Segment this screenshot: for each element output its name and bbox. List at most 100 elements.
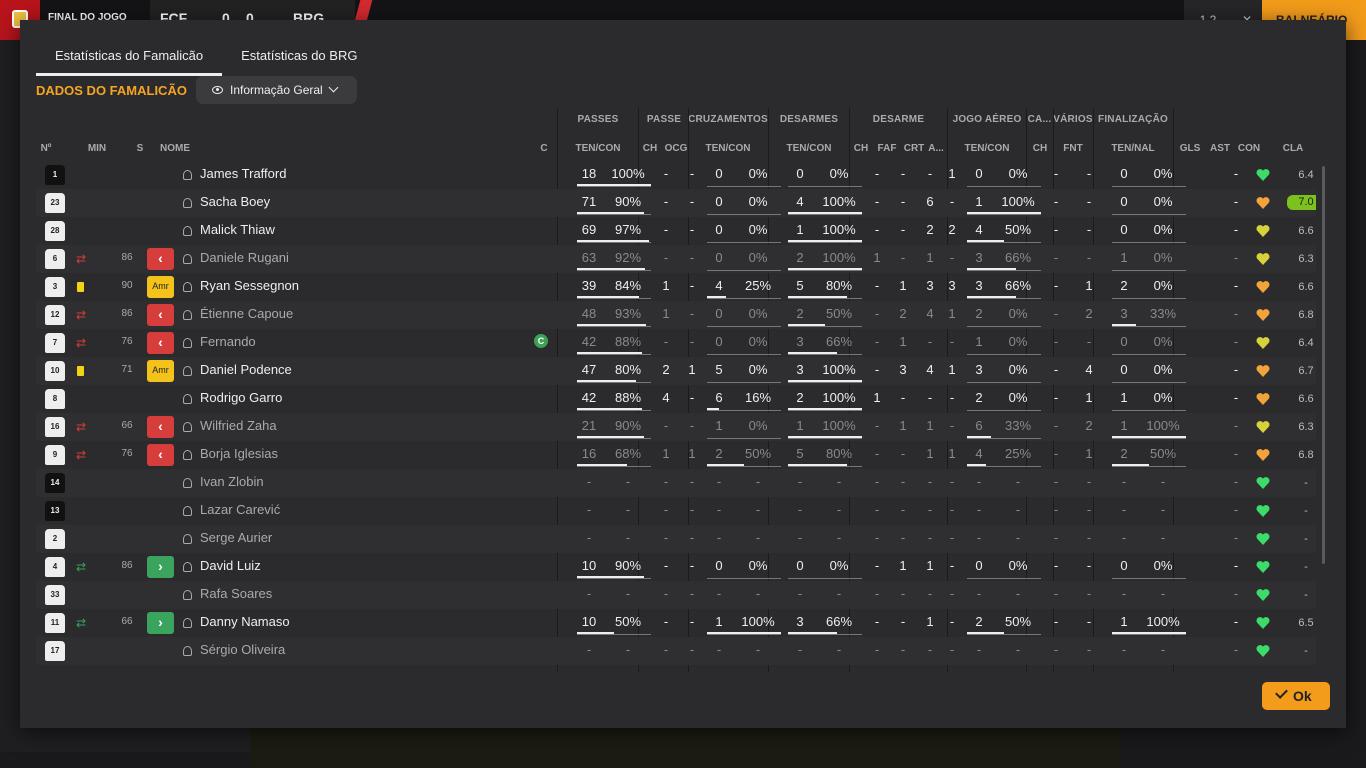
player-name[interactable]: Malick Thiaw	[200, 217, 520, 245]
player-profile-icon[interactable]	[183, 170, 192, 180]
player-name[interactable]: James Trafford	[200, 161, 520, 189]
desarme-faf: -	[900, 222, 906, 237]
player-profile-icon[interactable]	[183, 310, 192, 320]
player-profile-icon[interactable]	[183, 198, 192, 208]
player-name[interactable]: Borja Iglesias	[200, 441, 520, 469]
view-dropdown[interactable]: Informação Geral	[196, 76, 357, 104]
table-row[interactable]: 4 ⇄ 86 › David Luiz 10 90% - -0 0% 0 0% -1 1-0 0% - -0 0%…	[36, 553, 1316, 581]
col-header-con[interactable]: CON	[1235, 143, 1263, 154]
table-row[interactable]: 6 ⇄ 86 ‹ Daniele Rugani 63 92% - -0 0% 2 100% 1-1-3 6…	[36, 245, 1316, 273]
goals	[1194, 301, 1218, 329]
cruzamentos-pct: -	[755, 642, 761, 657]
player-profile-icon[interactable]	[183, 450, 192, 460]
substitute-out-button[interactable]: ‹	[147, 332, 174, 354]
table-row[interactable]: 17 Sérgio Oliveira - - - - - - - - - - - - - - - - - - - -	[36, 637, 1316, 665]
table-row[interactable]: 28 Malick Thiaw 69 97% - -0 0% 1 100% - -2 2 4 50% - -0…	[36, 217, 1316, 245]
player-name[interactable]: Daniele Rugani	[200, 245, 520, 273]
col-header-passe-ch[interactable]: CH	[639, 143, 661, 154]
player-profile-icon[interactable]	[183, 646, 192, 656]
finalizacao-bar-base	[1112, 466, 1186, 467]
passes-bar-base	[577, 410, 651, 411]
player-name[interactable]: Étienne Capoue	[200, 301, 520, 329]
player-name[interactable]: Serge Aurier	[200, 525, 520, 553]
table-row[interactable]: 16 ⇄ 66 ‹ Wilfried Zaha 21 90% - -1 0% 1 100% -1 1-6 3…	[36, 413, 1316, 441]
col-header-desarmes[interactable]: TEN/CON	[769, 143, 849, 154]
player-profile-icon[interactable]	[183, 226, 192, 236]
player-name[interactable]: Rafa Soares	[200, 581, 520, 609]
tab-brg-stats[interactable]: Estatísticas do BRG	[222, 44, 376, 76]
col-header-gls[interactable]: GLS	[1178, 143, 1202, 154]
player-name[interactable]: Sérgio Oliveira	[200, 637, 520, 665]
substitute-in-button[interactable]: ›	[147, 556, 174, 578]
table-row[interactable]: 11 ⇄ 66 › Danny Namaso 10 50% - -1 100% 3 66% - -1-2 5…	[36, 609, 1316, 637]
table-row[interactable]: 3 90 Amr Ryan Sessegnon 39 84% 1-4 25% 5 80% -1 3 3 3…	[36, 273, 1316, 301]
col-header-jogo-aereo[interactable]: TEN/CON	[948, 143, 1026, 154]
col-header-cruzamentos[interactable]: TEN/CON	[688, 143, 768, 154]
player-profile-icon[interactable]	[183, 338, 192, 348]
col-header-desarme-ch[interactable]: CH	[850, 143, 872, 154]
player-name[interactable]: Danny Namaso	[200, 609, 520, 637]
table-row[interactable]: 10 71 Amr Daniel Podence 47 80% 2 1 5 0% 3 100% -3 4 1…	[36, 357, 1316, 385]
player-profile-icon[interactable]	[183, 618, 192, 628]
ok-button[interactable]: Ok	[1262, 682, 1330, 710]
substitute-in-button[interactable]: ›	[147, 612, 174, 634]
col-header-num[interactable]: Nº	[36, 143, 56, 154]
col-header-passe-ocg[interactable]: OCG	[662, 143, 690, 154]
table-row[interactable]: 12 ⇄ 86 ‹ Étienne Capoue 48 93% 1-0 0% 2 50% -2 4 1 2 0…	[36, 301, 1316, 329]
player-name[interactable]: Lazar Carević	[200, 497, 520, 525]
player-profile-icon[interactable]	[183, 254, 192, 264]
table-row[interactable]: 2 Serge Aurier - - - - - - - - - - - - - - - - - - - -	[36, 525, 1316, 553]
table-row[interactable]: 1 James Trafford 18 100% - -0 0% 0 0% - - -1 0 0% - -0 0…	[36, 161, 1316, 189]
col-header-desarme-crt[interactable]: CRT	[901, 143, 927, 154]
col-header-c[interactable]: C	[536, 143, 552, 154]
table-row[interactable]: 33 Rafa Soares - - - - - - - - - - - - - - - - - - - -	[36, 581, 1316, 609]
col-header-name[interactable]: NOME	[160, 143, 200, 154]
tab-famalicao-stats[interactable]: Estatísticas do Famalicão	[36, 44, 223, 76]
player-name[interactable]: Fernando	[200, 329, 520, 357]
cruzamentos-attempts: 0	[715, 306, 723, 321]
table-row[interactable]: 9 ⇄ 76 ‹ Borja Iglesias 16 68% 1 1 2 50% 5 80% - -1 1 4 2…	[36, 441, 1316, 469]
player-profile-icon[interactable]	[183, 590, 192, 600]
table-row[interactable]: 14 Ivan Zlobin - - - - - - - - - - - - - - - - - - - -	[36, 469, 1316, 497]
condition-heart-icon	[1256, 169, 1270, 181]
player-name[interactable]: Daniel Podence	[200, 357, 520, 385]
col-header-s[interactable]: S	[132, 143, 148, 154]
player-profile-icon[interactable]	[183, 422, 192, 432]
ca-ch: -	[1053, 222, 1059, 237]
player-name[interactable]: Rodrigo Garro	[200, 385, 520, 413]
table-row[interactable]: 23 Sacha Boey 71 90% - -0 0% 4 100% - -6-1 100% - -0 0…	[36, 189, 1316, 217]
player-name[interactable]: David Luiz	[200, 553, 520, 581]
table-row[interactable]: 7 ⇄ 76 ‹ Fernando C 42 88% - -0 0% 3 66% -1- -1 0% - -0 0%…	[36, 329, 1316, 357]
player-profile-icon[interactable]	[183, 282, 192, 292]
table-scrollbar[interactable]	[1322, 166, 1325, 564]
col-header-fnt[interactable]: FNT	[1058, 143, 1088, 154]
substitute-out-button[interactable]: ‹	[147, 444, 174, 466]
player-profile-icon[interactable]	[183, 534, 192, 544]
player-profile-icon[interactable]	[183, 506, 192, 516]
minutes-played	[114, 217, 140, 245]
col-header-desarme-a[interactable]: A...	[926, 143, 946, 154]
player-name[interactable]: Ivan Zlobin	[200, 469, 520, 497]
col-header-desarme-faf[interactable]: FAF	[875, 143, 899, 154]
player-profile-icon[interactable]	[183, 394, 192, 404]
col-header-cla[interactable]: CLA	[1278, 143, 1308, 154]
player-name[interactable]: Wilfried Zaha	[200, 413, 520, 441]
passes-bar-base	[577, 214, 651, 215]
substitute-out-button[interactable]: ‹	[147, 304, 174, 326]
player-name[interactable]: Ryan Sessegnon	[200, 273, 520, 301]
substitute-out-button[interactable]: ‹	[147, 248, 174, 270]
player-profile-icon[interactable]	[183, 478, 192, 488]
col-header-passes[interactable]: TEN/CON	[558, 143, 638, 154]
col-header-finalizacao[interactable]: TEN/NAL	[1093, 143, 1173, 154]
table-row[interactable]: 13 Lazar Carević - - - - - - - - - - - - - - - - - - - -	[36, 497, 1316, 525]
substitute-out-button[interactable]: ‹	[147, 416, 174, 438]
table-row[interactable]: 8 Rodrigo Garro 42 88% 4-6 16% 2 100% 1- - -2 0% -1 1…	[36, 385, 1316, 413]
player-name[interactable]: Sacha Boey	[200, 189, 520, 217]
col-header-min[interactable]: MIN	[82, 143, 112, 154]
player-profile-icon[interactable]	[183, 366, 192, 376]
player-profile-icon[interactable]	[183, 562, 192, 572]
col-header-ast[interactable]: AST	[1208, 143, 1232, 154]
cruzamentos-pct: 0%	[748, 558, 768, 573]
col-header-ca-ch[interactable]: CH	[1028, 143, 1052, 154]
passe-ocg: -	[689, 194, 695, 209]
